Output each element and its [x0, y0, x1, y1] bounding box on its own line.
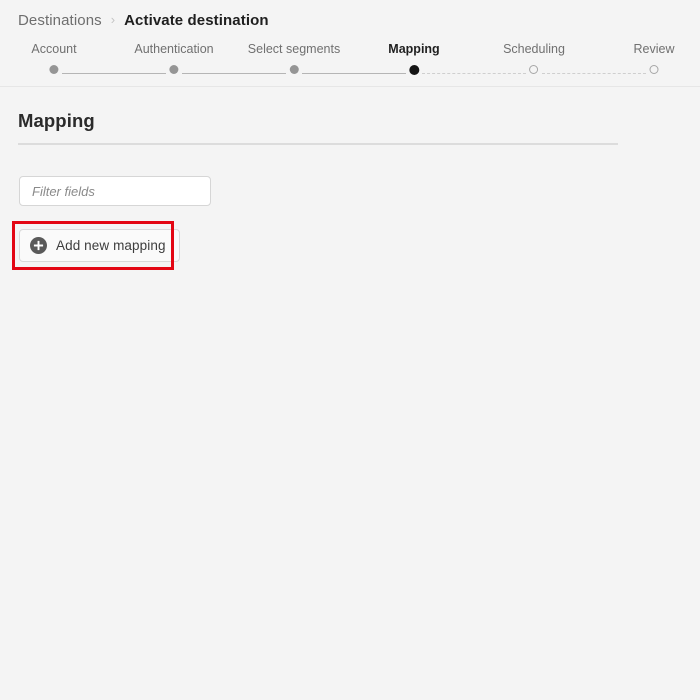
- breadcrumb-link-destinations[interactable]: Destinations: [18, 12, 102, 29]
- breadcrumb-current-page: Activate destination: [124, 11, 269, 29]
- stepper-item-select-segments[interactable]: Select segments: [248, 42, 340, 74]
- stepper-item-review[interactable]: Review: [634, 42, 675, 74]
- stepper-label-account: Account: [31, 42, 77, 56]
- add-new-mapping-label: Add new mapping: [56, 238, 166, 253]
- workflow-stepper: Account Authentication Select segments Mapp…: [0, 42, 700, 87]
- stepper-label-select-segments: Select segments: [247, 42, 341, 56]
- stepper-item-account[interactable]: Account: [31, 42, 77, 74]
- plus-circle-icon: [30, 237, 47, 254]
- stepper-label-authentication: Authentication: [134, 42, 214, 56]
- stepper-dot-authentication: [169, 65, 179, 74]
- title-divider: [18, 143, 618, 145]
- add-new-mapping-button[interactable]: Add new mapping: [19, 229, 180, 262]
- stepper-item-mapping[interactable]: Mapping: [388, 42, 440, 75]
- page-title: Mapping: [18, 110, 95, 131]
- stepper-label-scheduling: Scheduling: [503, 42, 565, 56]
- stepper-dot-scheduling: [529, 65, 539, 74]
- chevron-right-icon: ›: [110, 11, 116, 27]
- stepper-dot-mapping: [408, 65, 419, 75]
- stepper-label-mapping: Mapping: [388, 42, 440, 56]
- stepper-dot-review: [649, 65, 659, 74]
- stepper-label-review: Review: [633, 42, 675, 56]
- stepper-dot-account: [49, 65, 59, 74]
- breadcrumb: Destinations › Activate destination: [18, 9, 269, 31]
- stepper-dot-select-segments: [289, 65, 299, 74]
- stepper-item-scheduling[interactable]: Scheduling: [503, 42, 565, 74]
- stepper-item-authentication[interactable]: Authentication: [134, 42, 214, 74]
- filter-fields-input[interactable]: [19, 176, 211, 206]
